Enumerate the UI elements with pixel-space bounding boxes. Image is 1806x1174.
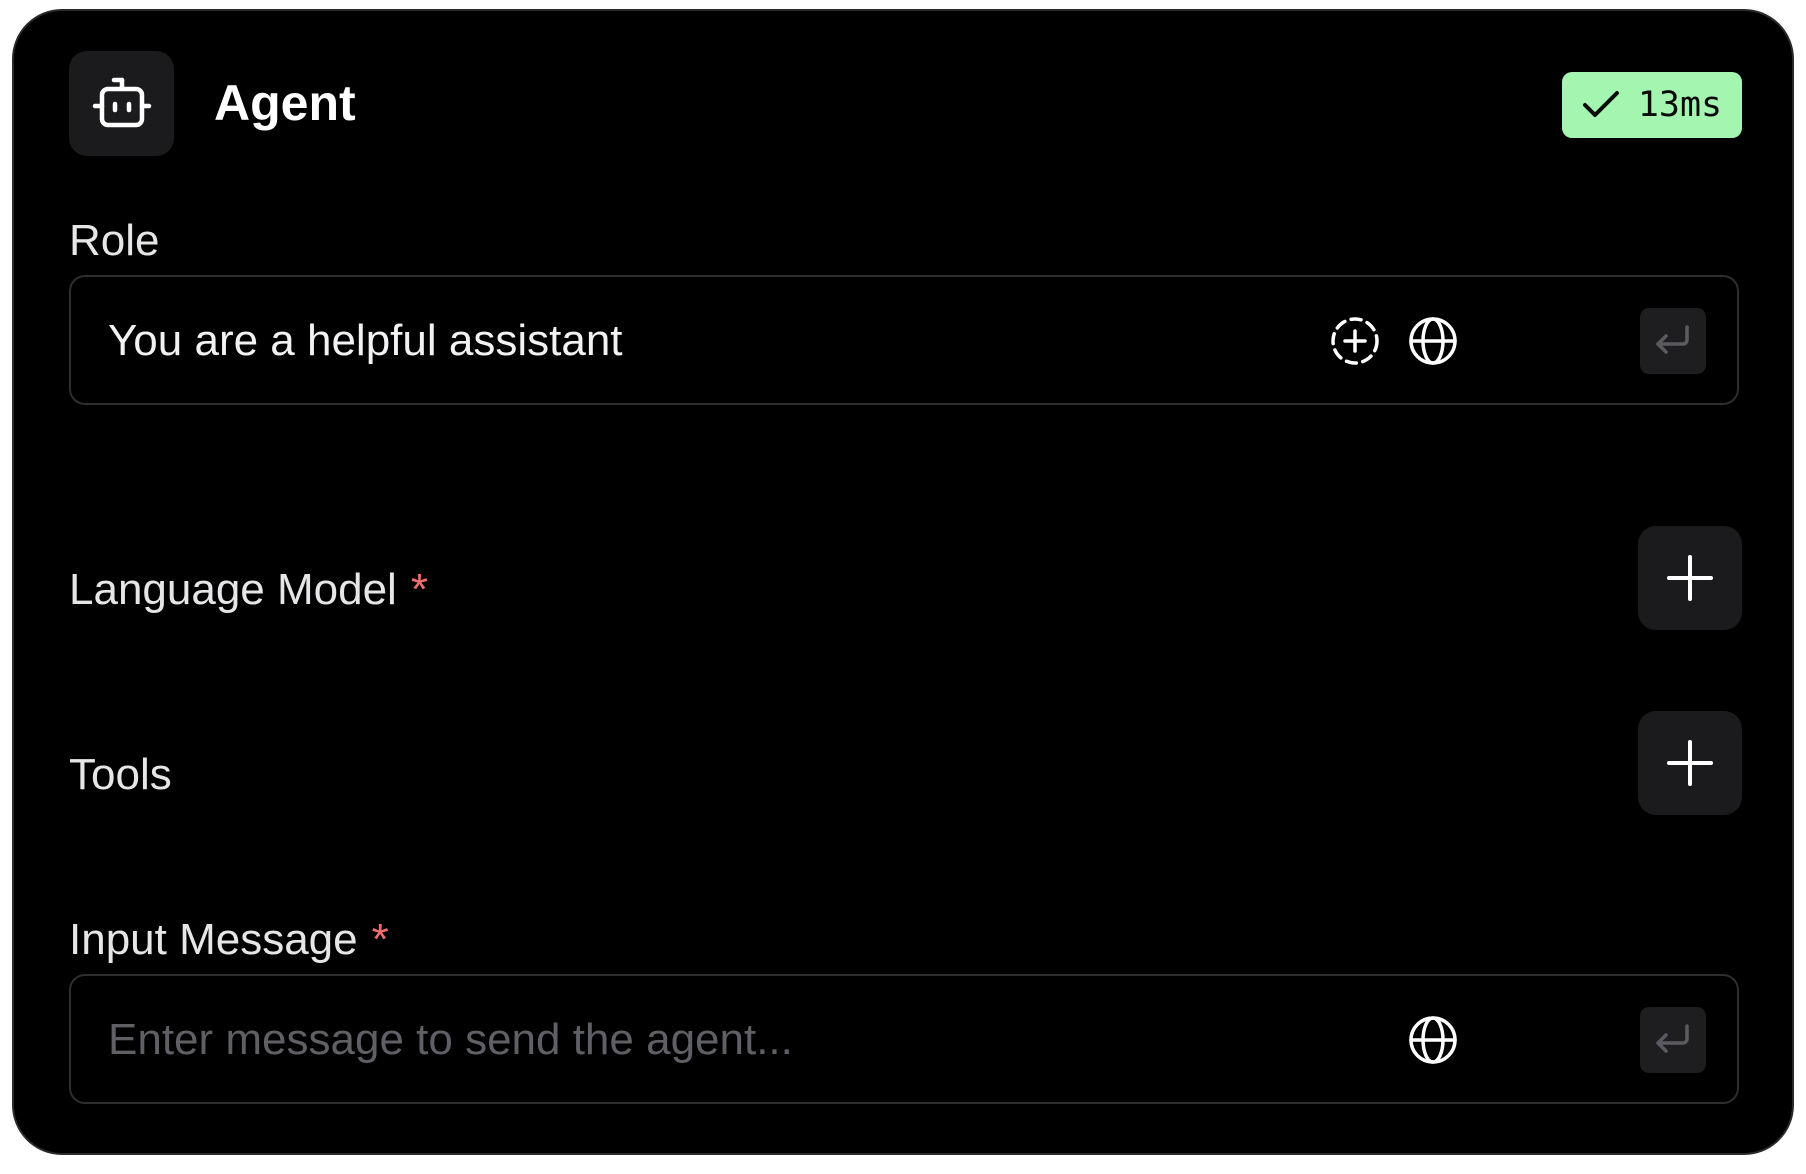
required-indicator: * bbox=[371, 915, 389, 964]
globe-icon[interactable] bbox=[1406, 314, 1460, 368]
enter-icon bbox=[1653, 1023, 1693, 1057]
role-label: Role bbox=[69, 216, 160, 265]
input-message-label: Input Message * bbox=[69, 915, 389, 964]
plus-icon bbox=[1665, 738, 1715, 788]
plus-icon bbox=[1665, 553, 1715, 603]
status-badge: 13ms bbox=[1562, 72, 1742, 138]
agent-node-card: Agent 13ms Role You are a helpful assist… bbox=[12, 9, 1794, 1155]
role-value[interactable]: You are a helpful assistant bbox=[108, 315, 623, 367]
input-message-field[interactable]: Enter message to send the agent... bbox=[69, 974, 1739, 1104]
add-variable-icon[interactable] bbox=[1328, 314, 1382, 368]
enter-button[interactable] bbox=[1640, 1007, 1706, 1073]
enter-button[interactable] bbox=[1640, 308, 1706, 374]
bot-icon bbox=[69, 51, 174, 156]
role-field[interactable]: You are a helpful assistant bbox=[69, 275, 1739, 405]
required-indicator: * bbox=[410, 565, 428, 614]
input-message-placeholder[interactable]: Enter message to send the agent... bbox=[108, 1014, 793, 1066]
node-title: Agent bbox=[214, 75, 356, 131]
add-language-model-button[interactable] bbox=[1638, 526, 1742, 630]
enter-icon bbox=[1653, 324, 1693, 358]
add-tool-button[interactable] bbox=[1638, 711, 1742, 815]
status-duration: 13ms bbox=[1637, 85, 1723, 125]
language-model-label: Language Model * bbox=[69, 565, 428, 614]
globe-icon[interactable] bbox=[1406, 1013, 1460, 1067]
tools-label: Tools bbox=[69, 750, 172, 799]
check-icon bbox=[1582, 90, 1620, 120]
